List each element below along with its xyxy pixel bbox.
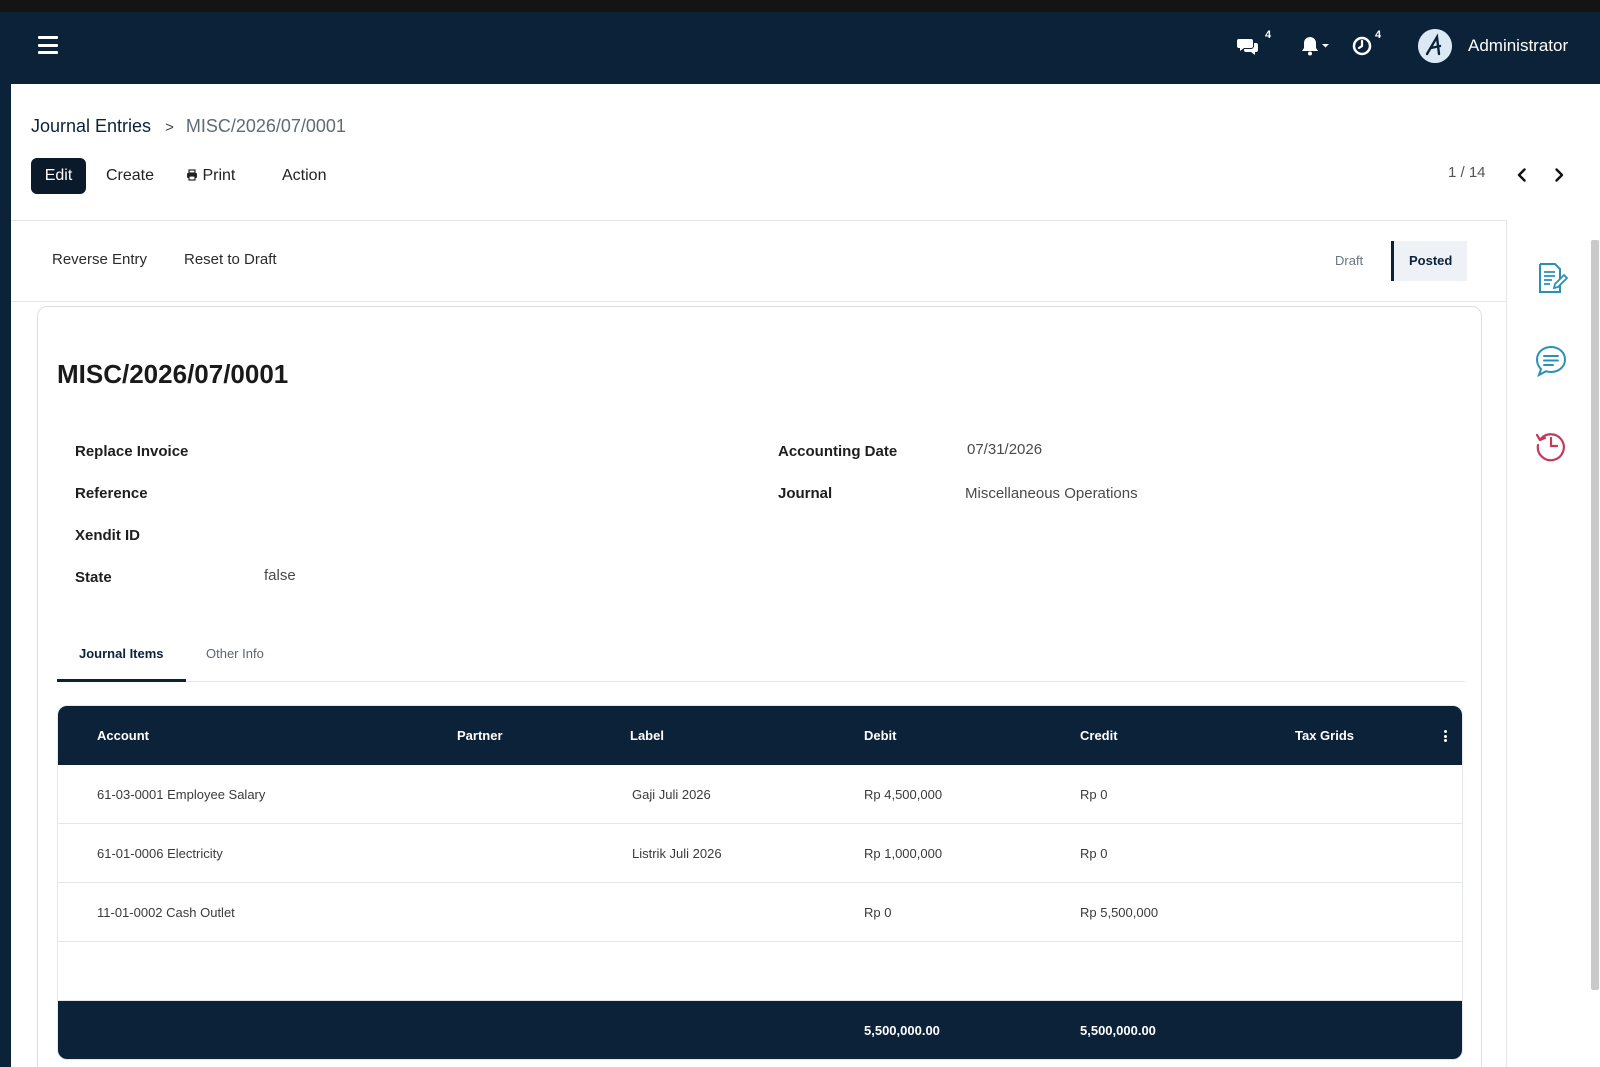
table-totals-row: 5,500,000.00 5,500,000.00	[58, 1001, 1462, 1059]
journal-items-table: Account Partner Label Debit Credit Tax G…	[57, 705, 1463, 1060]
cell-credit: Rp 0	[1080, 846, 1108, 861]
window-left-strip	[0, 12, 11, 1067]
column-header-debit[interactable]: Debit	[864, 706, 897, 765]
cell-account: 61-03-0001 Employee Salary	[97, 787, 266, 802]
stage-posted[interactable]: Posted	[1391, 241, 1468, 281]
previous-record-icon[interactable]	[1514, 167, 1530, 183]
column-header-partner[interactable]: Partner	[457, 706, 503, 765]
cell-account: 11-01-0002 Cash Outlet	[97, 905, 235, 920]
user-name[interactable]: Administrator	[1468, 36, 1568, 56]
breadcrumb-root[interactable]: Journal Entries	[31, 116, 151, 136]
accounting-date-label: Accounting Date	[778, 443, 898, 460]
reset-to-draft-button[interactable]: Reset to Draft	[184, 251, 277, 268]
breadcrumb: Journal Entries > MISC/2026/07/0001	[31, 116, 346, 137]
reverse-entry-button[interactable]: Reverse Entry	[52, 251, 147, 268]
column-header-account[interactable]: Account	[97, 706, 149, 765]
form-sheet: MISC/2026/07/0001 Replace Invoice Refere…	[37, 306, 1482, 1067]
page-scrollbar[interactable]	[1591, 240, 1599, 990]
xendit-id-label: Xendit ID	[75, 527, 141, 544]
top-navbar: 4 4 Administrator	[0, 12, 1600, 84]
cell-debit: Rp 4,500,000	[864, 787, 943, 802]
accounting-date-value: 07/31/2026	[967, 441, 1043, 458]
replace-invoice-label: Replace Invoice	[75, 443, 189, 460]
clock-icon[interactable]	[1350, 34, 1374, 58]
cell-debit: Rp 1,000,000	[864, 846, 943, 861]
column-header-label[interactable]: Label	[630, 706, 664, 765]
record-title: MISC/2026/07/0001	[57, 359, 289, 389]
reference-label: Reference	[75, 485, 148, 502]
history-icon[interactable]	[1534, 428, 1568, 462]
messages-badge: 4	[1262, 28, 1275, 42]
cell-label: Listrik Juli 2026	[632, 846, 722, 861]
chat-icon[interactable]	[1236, 34, 1260, 58]
breadcrumb-current: MISC/2026/07/0001	[185, 116, 346, 136]
notebook-tabs: Journal Items Other Info	[57, 631, 1465, 682]
column-header-credit[interactable]: Credit	[1080, 706, 1118, 765]
next-record-icon[interactable]	[1551, 167, 1567, 183]
printer-icon	[187, 169, 197, 181]
activities-badge: 4	[1372, 28, 1385, 42]
table-row[interactable]: 61-03-0001 Employee Salary Gaji Juli 202…	[58, 765, 1462, 824]
edit-button[interactable]: Edit	[31, 158, 86, 194]
bell-icon[interactable]	[1300, 34, 1329, 58]
pager-counter[interactable]: 1 / 14	[1448, 164, 1486, 181]
cell-label: Gaji Juli 2026	[632, 787, 711, 802]
tab-other-info[interactable]: Other Info	[184, 631, 286, 682]
cell-credit: Rp 5,500,000	[1080, 905, 1159, 920]
table-empty-row[interactable]	[58, 942, 1462, 1001]
cell-debit: Rp 0	[864, 905, 892, 920]
state-value: false	[264, 567, 296, 584]
stage-draft[interactable]: Draft	[1320, 241, 1378, 281]
chatter-side-panel	[1506, 220, 1600, 1067]
print-label: Print	[202, 167, 236, 184]
total-credit: 5,500,000.00	[1080, 1023, 1156, 1038]
column-options-icon[interactable]	[1444, 730, 1448, 742]
state-label: State	[75, 569, 112, 586]
cell-credit: Rp 0	[1080, 787, 1108, 802]
total-debit: 5,500,000.00	[864, 1023, 940, 1038]
tab-journal-items[interactable]: Journal Items	[57, 631, 186, 682]
edit-note-icon[interactable]	[1534, 261, 1569, 295]
table-header-row: Account Partner Label Debit Credit Tax G…	[58, 706, 1462, 765]
avatar[interactable]	[1418, 29, 1452, 63]
status-bar: Reverse Entry Reset to Draft Draft Poste…	[11, 220, 1506, 302]
journal-value[interactable]: Miscellaneous Operations	[965, 485, 1138, 502]
message-icon[interactable]	[1534, 344, 1568, 378]
create-button[interactable]: Create	[106, 158, 154, 194]
breadcrumb-separator: >	[165, 119, 174, 136]
menu-icon[interactable]	[38, 36, 58, 54]
window-top-strip	[0, 0, 1600, 12]
table-row[interactable]: 61-01-0006 Electricity Listrik Juli 2026…	[58, 824, 1462, 883]
journal-label: Journal	[778, 485, 833, 502]
column-header-tax-grids[interactable]: Tax Grids	[1295, 706, 1354, 765]
table-row[interactable]: 11-01-0002 Cash Outlet Rp 0 Rp 5,500,000	[58, 883, 1462, 942]
cell-account: 61-01-0006 Electricity	[97, 846, 223, 861]
action-dropdown[interactable]: Action	[282, 158, 326, 194]
print-button[interactable]: Print	[186, 158, 235, 194]
